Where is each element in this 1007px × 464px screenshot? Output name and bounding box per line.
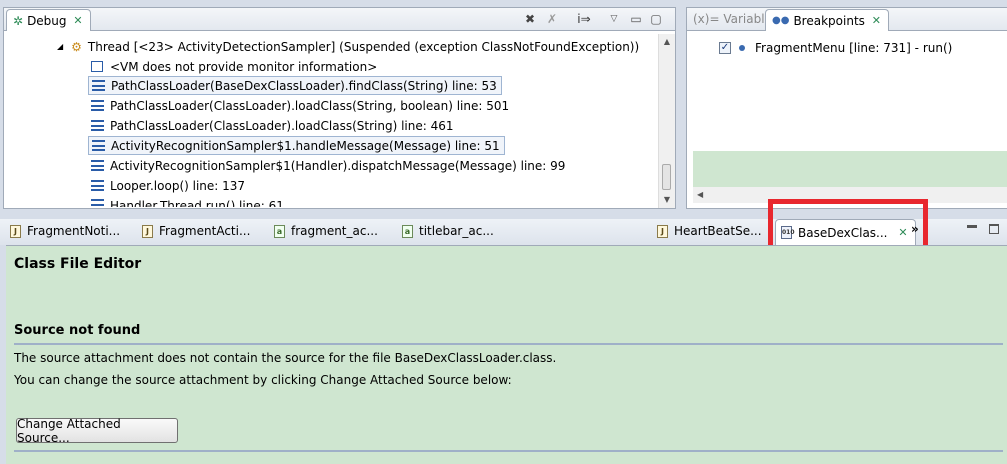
editor-title: Class File Editor	[14, 256, 142, 272]
editor-tab[interactable]: J HeartBeatSe...	[653, 220, 766, 242]
frame-label: PathClassLoader(BaseDexClassLoader).find…	[111, 78, 497, 93]
stack-frame-icon	[91, 180, 104, 191]
editor-tab[interactable]: a titlebar_ac...	[398, 220, 498, 242]
debug-scrollbar[interactable]: ▲ ▼	[658, 34, 675, 208]
breakpoints-view: (x)= Variables ●● Breakpoints ✕ ✓ Fragme…	[686, 7, 1007, 209]
frame-row[interactable]: Handler.Thread.run() line: 61	[91, 197, 284, 207]
stack-frame-icon	[91, 199, 104, 207]
debug-icon: ✲	[13, 13, 24, 28]
close-icon[interactable]: ✕	[871, 15, 882, 26]
detail-pane	[693, 151, 1007, 187]
debug-tabbar: ✲ Debug ✕ ✖ ✗ i⇒ ▽ ▭ ▢	[4, 8, 675, 31]
frame-row[interactable]: PathClassLoader(ClassLoader).loadClass(S…	[91, 116, 454, 135]
expand-arrow-icon[interactable]: ◢	[57, 42, 63, 51]
stack-frame-icon	[92, 80, 105, 91]
source-not-found-heading: Source not found	[14, 323, 141, 338]
editor-tab-label: fragment_ac...	[291, 224, 378, 238]
stack-frame-icon	[92, 140, 105, 151]
scroll-up-icon[interactable]: ▲	[659, 34, 675, 50]
frame-label: ActivityRecognitionSampler$1.handleMessa…	[111, 138, 500, 153]
xml-file-icon: a	[402, 224, 413, 238]
frame-label: Looper.loop() line: 137	[110, 178, 246, 193]
divider	[14, 343, 1003, 345]
frame-label: PathClassLoader(ClassLoader).loadClass(S…	[110, 98, 510, 113]
thread-icon: ⚙	[71, 39, 82, 54]
view-menu-icon[interactable]: ▽	[606, 11, 622, 27]
editor-tab[interactable]: J FragmentActi...	[138, 220, 254, 242]
scroll-down-icon[interactable]: ▼	[659, 192, 675, 208]
frame-row[interactable]: PathClassLoader(BaseDexClassLoader).find…	[88, 76, 502, 95]
stack-frame-icon	[91, 100, 104, 111]
frame-label: PathClassLoader(ClassLoader).loadClass(S…	[110, 118, 454, 133]
java-file-icon: J	[657, 224, 668, 238]
frame-row[interactable]: PathClassLoader(ClassLoader).loadClass(S…	[91, 96, 509, 115]
frame-row[interactable]: ActivityRecognitionSampler$1.handleMessa…	[88, 136, 505, 155]
java-file-icon: J	[10, 224, 21, 238]
xml-file-icon: a	[274, 224, 285, 238]
frame-row[interactable]: Looper.loop() line: 137	[91, 176, 245, 195]
terminate-relaunch-icon[interactable]: ✗	[544, 11, 560, 27]
editor-tab-label: HeartBeatSe...	[674, 224, 762, 238]
frame-row[interactable]: ActivityRecognitionSampler$1(Handler).di…	[91, 156, 565, 175]
message-line-2: You can change the source attachment by …	[14, 373, 512, 387]
change-attached-source-button[interactable]: Change Attached Source...	[16, 417, 178, 445]
debug-tree: ◢ ⚙ Thread [<23> ActivityDetectionSample…	[4, 34, 659, 208]
minimize-icon[interactable]	[967, 225, 977, 228]
divider	[14, 450, 1003, 452]
debug-tab-label: Debug	[27, 13, 67, 28]
frame-label: Handler.Thread.run() line: 61	[110, 199, 284, 207]
java-file-icon: J	[142, 224, 153, 238]
breakpoint-label: FragmentMenu [line: 731] - run()	[755, 40, 953, 55]
scroll-thumb[interactable]	[662, 164, 671, 190]
editor-tab[interactable]: a fragment_ac...	[270, 220, 382, 242]
stack-frame-icon	[91, 120, 104, 131]
class-file-editor: Class File Editor Source not found The s…	[6, 245, 1007, 464]
thread-label: Thread [<23> ActivityDetectionSampler] (…	[87, 39, 640, 54]
message-line-1: The source attachment does not contain t…	[14, 351, 557, 365]
use-step-filters-icon[interactable]: i⇒	[576, 11, 592, 27]
stack-frame-icon	[91, 160, 104, 171]
minimize-icon[interactable]: ▭	[628, 11, 644, 27]
editor-tab-label: FragmentNoti...	[27, 224, 121, 238]
debug-view: ✲ Debug ✕ ✖ ✗ i⇒ ▽ ▭ ▢ ◢ ⚙ Thread [<23> …	[3, 7, 676, 209]
breakpoints-tab-label: Breakpoints	[793, 13, 865, 28]
maximize-icon[interactable]: ▢	[648, 11, 664, 27]
editor-tab[interactable]: J FragmentNoti...	[6, 220, 124, 242]
frame-row[interactable]: <VM does not provide monitor information…	[91, 57, 377, 76]
frame-label: <VM does not provide monitor information…	[110, 59, 378, 74]
breakpoints-icon: ●●	[772, 15, 790, 26]
editor-tab-label: titlebar_ac...	[419, 224, 494, 238]
breakpoint-icon	[739, 44, 745, 51]
frame-label: ActivityRecognitionSampler$1(Handler).di…	[110, 158, 566, 173]
breakpoints-tabbar: (x)= Variables ●● Breakpoints ✕	[687, 8, 1007, 31]
close-icon[interactable]: ✕	[73, 15, 84, 26]
editor-tab-label: FragmentActi...	[159, 224, 251, 238]
remove-terminated-icon[interactable]: ✖	[522, 11, 538, 27]
thread-row[interactable]: ◢ ⚙ Thread [<23> ActivityDetectionSample…	[57, 37, 639, 56]
tab-breakpoints[interactable]: ●● Breakpoints ✕	[765, 9, 889, 31]
breakpoint-checkbox[interactable]: ✓	[719, 41, 731, 54]
tab-debug[interactable]: ✲ Debug ✕	[6, 9, 91, 31]
breakpoint-item[interactable]: ✓ FragmentMenu [line: 731] - run()	[719, 38, 952, 57]
monitor-icon	[91, 61, 103, 72]
scroll-left-icon[interactable]: ◀	[697, 190, 703, 199]
maximize-icon[interactable]	[989, 224, 999, 234]
